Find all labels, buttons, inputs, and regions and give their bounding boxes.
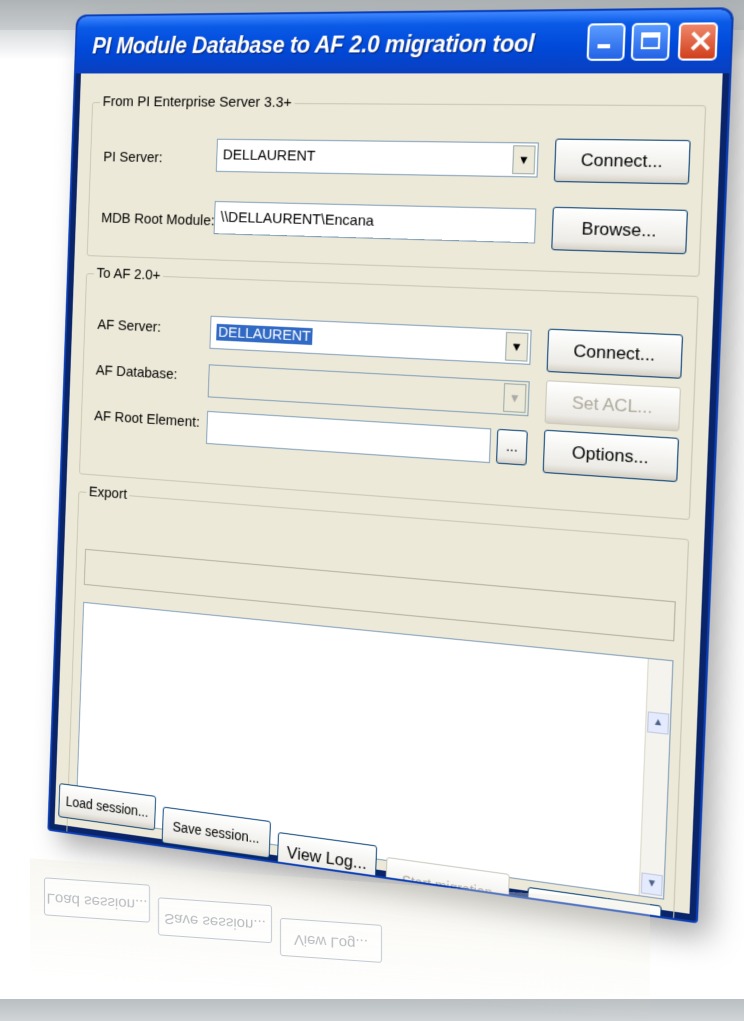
af-server-value: DELLAURENT [216, 324, 313, 345]
maximize-icon [641, 32, 661, 49]
minimize-button[interactable] [587, 23, 626, 61]
migration-tool-window: PI Module Database to AF 2.0 migration t… [49, 9, 732, 921]
scroll-down-icon[interactable]: ▼ [641, 872, 663, 896]
scroll-up-icon[interactable]: ▲ [647, 711, 669, 734]
window-title: PI Module Database to AF 2.0 migration t… [92, 30, 535, 59]
close-icon: × [686, 22, 715, 59]
reflection-load-session: Load session... [44, 877, 150, 922]
af-server-label: AF Server: [97, 316, 161, 335]
pi-connect-button[interactable]: Connect... [554, 139, 691, 185]
ellipsis-button[interactable]: ... [496, 429, 528, 466]
reflection-view-log: View Log... [280, 918, 382, 963]
chevron-down-icon[interactable]: ▼ [512, 145, 536, 174]
browse-button[interactable]: Browse... [551, 207, 688, 254]
export-group-title: Export [86, 483, 130, 503]
reflection-save-session: Save session... [158, 897, 272, 943]
target-group: To AF 2.0+ AF Server: DELLAURENT ▼ Conne… [79, 273, 699, 520]
af-root-element-label: AF Root Element: [94, 408, 200, 431]
close-button[interactable]: × [678, 22, 719, 60]
dialog-client-area: From PI Enterprise Server 3.3+ PI Server… [55, 73, 723, 914]
af-database-label: AF Database: [96, 362, 178, 383]
options-button[interactable]: Options... [543, 430, 679, 483]
chevron-down-icon[interactable]: ▼ [505, 332, 529, 362]
af-root-element-field[interactable] [206, 411, 491, 463]
mdb-root-module-value: \\DELLAURENT\Encana [220, 209, 374, 230]
source-group-title: From PI Enterprise Server 3.3+ [100, 93, 295, 110]
af-server-dropdown[interactable]: DELLAURENT ▼ [209, 316, 531, 365]
maximize-button[interactable] [631, 23, 671, 61]
stage: PI Module Database to AF 2.0 migration t… [0, 0, 744, 999]
target-group-title: To AF 2.0+ [94, 265, 164, 284]
chevron-down-icon[interactable]: ▼ [503, 383, 526, 413]
af-connect-button[interactable]: Connect... [547, 329, 684, 379]
set-acl-button[interactable]: Set ACL... [545, 380, 681, 431]
minimize-icon [597, 44, 610, 48]
pi-server-label: PI Server: [103, 149, 163, 166]
pi-server-value: DELLAURENT [223, 147, 316, 165]
mdb-root-module-label: MDB Root Module: [101, 210, 215, 229]
mdb-root-module-field[interactable]: \\DELLAURENT\Encana [214, 201, 537, 243]
pi-server-dropdown[interactable]: DELLAURENT ▼ [216, 139, 539, 178]
source-group: From PI Enterprise Server 3.3+ PI Server… [87, 102, 706, 277]
af-database-dropdown[interactable]: ▼ [208, 364, 530, 416]
title-bar[interactable]: PI Module Database to AF 2.0 migration t… [76, 9, 732, 73]
